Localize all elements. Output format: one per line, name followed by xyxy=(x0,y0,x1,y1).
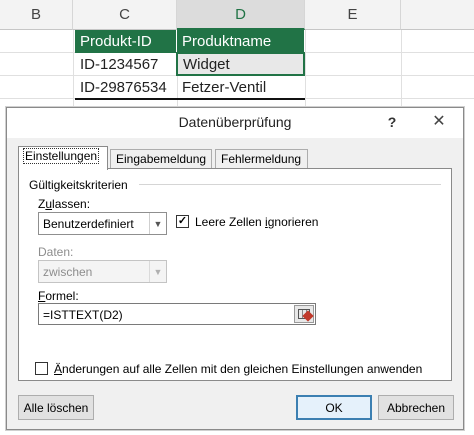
table-bottom-border xyxy=(75,98,305,100)
cancel-button[interactable]: Abbrechen xyxy=(378,395,454,420)
apply-all-label: Änderungen auf alle Zellen mit den gleic… xyxy=(54,362,423,376)
allow-select-value: Benutzerdefiniert xyxy=(43,217,134,231)
allow-label: Zulassen: xyxy=(38,197,91,211)
formula-label: Formel: xyxy=(38,289,79,303)
tab-eingabemeldung[interactable]: Eingabemeldung xyxy=(110,149,212,169)
table-header-product-name[interactable]: Produktname xyxy=(177,30,304,53)
table-cell[interactable]: Fetzer-Ventil xyxy=(177,76,304,99)
allow-select[interactable]: Benutzerdefiniert ▼ xyxy=(38,212,167,235)
help-button[interactable]: ? xyxy=(384,114,400,132)
column-header-d[interactable]: D xyxy=(177,0,305,30)
active-cell[interactable]: Widget xyxy=(176,52,305,76)
data-validation-dialog: Datenüberprüfung ? ✕ Einstellungen Einga… xyxy=(6,107,464,430)
tab-label: Einstellungen xyxy=(22,148,100,164)
column-header-b[interactable]: B xyxy=(0,0,73,30)
data-select[interactable]: zwischen ▼ xyxy=(38,260,167,283)
group-label: Gültigkeitskriterien xyxy=(29,178,132,192)
ignore-blank-label: Leere Zellen ignorieren xyxy=(195,215,319,229)
data-label: Daten: xyxy=(38,245,74,259)
table-header-product-id[interactable]: Produkt-ID xyxy=(75,30,176,53)
column-header-f[interactable] xyxy=(401,0,474,30)
range-select-icon[interactable] xyxy=(294,305,314,323)
ok-button[interactable]: OK xyxy=(296,395,372,420)
dialog-titlebar[interactable]: Datenüberprüfung ? ✕ xyxy=(7,108,463,138)
column-header-c[interactable]: C xyxy=(73,0,177,30)
settings-panel: Gültigkeitskriterien Zulassen: Benutzerd… xyxy=(18,168,452,381)
column-header-e[interactable]: E xyxy=(305,0,401,30)
close-icon[interactable]: ✕ xyxy=(427,111,451,133)
table-cell[interactable]: ID-1234567 xyxy=(75,53,176,76)
chevron-down-icon[interactable]: ▼ xyxy=(149,213,166,234)
group-divider xyxy=(139,184,441,185)
table-cell[interactable]: ID-29876534 xyxy=(75,76,176,99)
clear-all-button[interactable]: Alle löschen xyxy=(18,395,94,420)
data-select-value: zwischen xyxy=(43,265,93,279)
ignore-blank-checkbox[interactable]: ✓ xyxy=(176,215,189,228)
tab-fehlermeldung[interactable]: Fehlermeldung xyxy=(215,149,308,169)
chevron-down-icon[interactable]: ▼ xyxy=(149,261,166,282)
apply-all-checkbox[interactable] xyxy=(35,362,48,375)
formula-input[interactable]: =ISTTEXT(D2) xyxy=(38,303,316,325)
tab-einstellungen[interactable]: Einstellungen xyxy=(18,146,108,170)
